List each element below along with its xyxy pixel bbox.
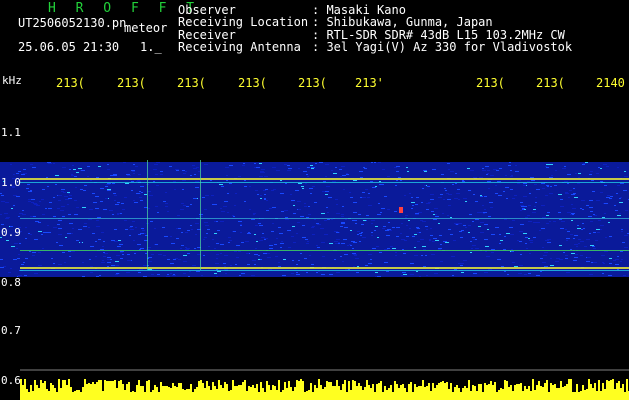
antenna-row: Receiving Antenna : 3el Yagi(V) Az 330 f… bbox=[178, 39, 573, 54]
y-tick: 1.1 bbox=[1, 126, 21, 139]
x-tick: 213( bbox=[476, 76, 505, 90]
antenna-label: Receiving Antenna bbox=[178, 39, 301, 54]
filename-label: UT2506052130.pn bbox=[18, 16, 127, 30]
antenna-value: : 3el Yagi(V) Az 330 for Vladivostok bbox=[312, 39, 573, 54]
x-tick: 213( bbox=[117, 76, 146, 90]
detection-tag: meteor bbox=[124, 21, 168, 35]
x-tick: 213( bbox=[238, 76, 267, 90]
station-info: Observer : Masaki Kano Receiving Locatio… bbox=[178, 4, 572, 53]
x-tick: 213( bbox=[536, 76, 565, 90]
y-tick: 0.6 bbox=[1, 374, 21, 387]
y-tick: 0.9 bbox=[1, 226, 21, 239]
x-tick: 213( bbox=[298, 76, 327, 90]
x-tick: 2140 bbox=[596, 76, 625, 90]
location-value: : Shibukawa, Gunma, Japan bbox=[312, 15, 493, 30]
y-tick: 1.0 bbox=[1, 176, 21, 189]
x-tick: 213( bbox=[56, 76, 85, 90]
x-tick: 213( bbox=[177, 76, 206, 90]
x-tick: 213' bbox=[355, 76, 384, 90]
location-row: Receiving Location : Shibukawa, Gunma, J… bbox=[178, 15, 572, 30]
location-label: Receiving Location bbox=[178, 15, 309, 30]
y-tick: 0.8 bbox=[1, 276, 21, 289]
spectrogram bbox=[0, 90, 629, 400]
x-unit-label: kHz bbox=[2, 74, 22, 87]
status-flag: 1._ bbox=[140, 40, 162, 54]
y-tick: 0.7 bbox=[1, 324, 21, 337]
datetime-label: 25.06.05 21:30 bbox=[18, 40, 120, 54]
